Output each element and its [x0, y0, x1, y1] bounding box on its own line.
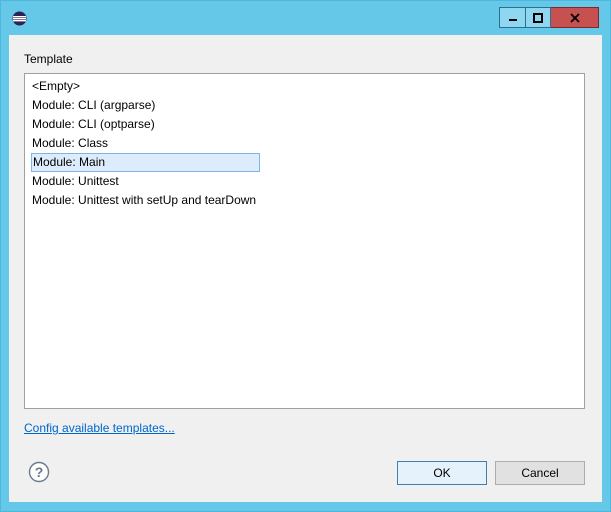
config-templates-link[interactable]: Config available templates...: [24, 421, 175, 435]
svg-text:?: ?: [35, 464, 44, 480]
template-item-cli-argparse[interactable]: Module: CLI (argparse): [31, 96, 157, 115]
template-item-class[interactable]: Module: Class: [31, 134, 110, 153]
close-button[interactable]: [551, 7, 599, 28]
ok-button[interactable]: OK: [397, 461, 487, 485]
maximize-button[interactable]: [525, 7, 551, 28]
template-item-empty[interactable]: <Empty>: [31, 77, 82, 96]
template-section-label: Template: [24, 52, 73, 66]
cancel-button[interactable]: Cancel: [495, 461, 585, 485]
dialog-window: Template <Empty> Module: CLI (argparse) …: [0, 0, 611, 512]
minimize-button[interactable]: [499, 7, 525, 28]
maximize-icon: [533, 12, 543, 23]
template-item-unittest-setup-teardown[interactable]: Module: Unittest with setUp and tearDown: [31, 191, 258, 210]
eclipse-icon: [12, 11, 27, 26]
template-item-main[interactable]: Module: Main: [31, 153, 260, 172]
template-item-unittest[interactable]: Module: Unittest: [31, 172, 121, 191]
template-list[interactable]: <Empty> Module: CLI (argparse) Module: C…: [24, 73, 585, 409]
title-bar[interactable]: [1, 1, 610, 35]
help-icon[interactable]: ?: [28, 461, 50, 483]
dialog-body: Template <Empty> Module: CLI (argparse) …: [9, 35, 602, 502]
close-icon: [569, 12, 580, 23]
minimize-icon: [508, 18, 517, 21]
template-item-cli-optparse[interactable]: Module: CLI (optparse): [31, 115, 157, 134]
